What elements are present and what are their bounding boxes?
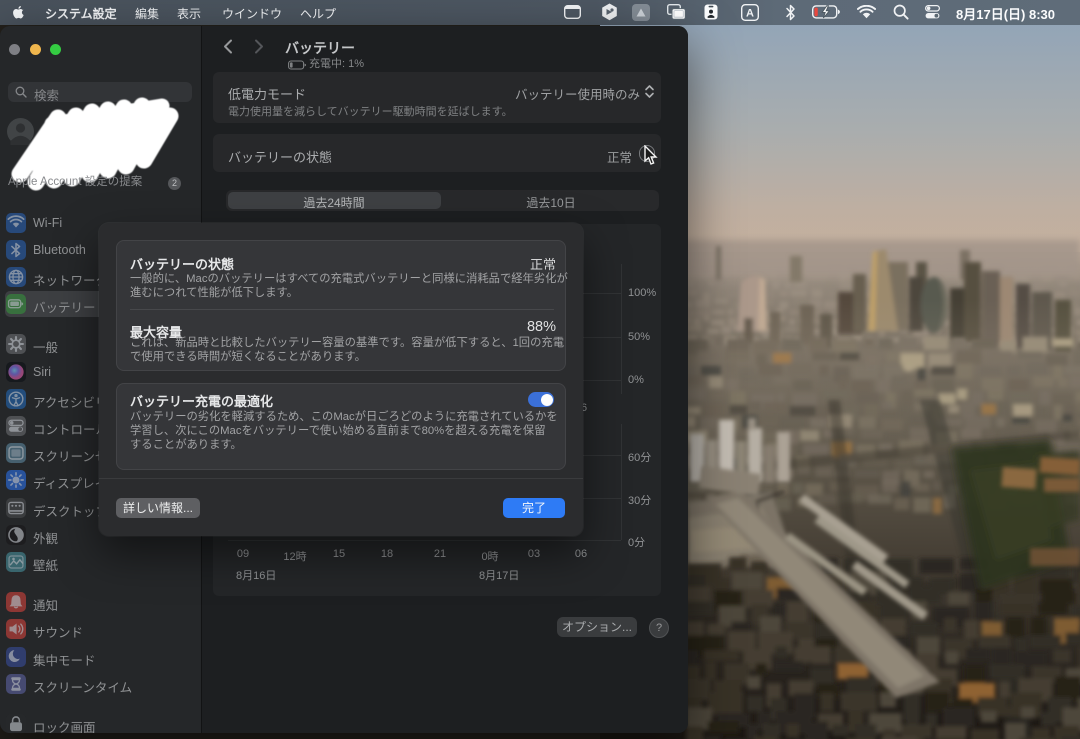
svg-text:A: A [746,8,754,20]
